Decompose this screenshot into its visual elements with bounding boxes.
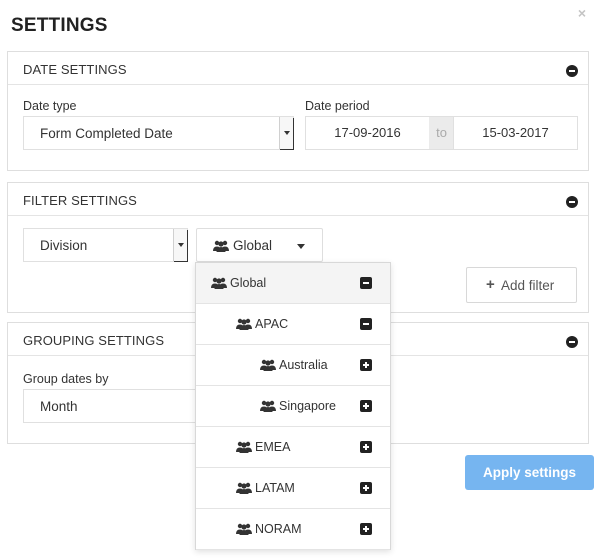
users-icon <box>211 277 227 289</box>
users-icon <box>236 523 252 535</box>
date-settings-header: DATE SETTINGS <box>8 52 588 85</box>
tree-item-label: APAC <box>255 317 289 331</box>
plus-square-icon[interactable] <box>360 400 372 412</box>
date-type-value: Form Completed Date <box>40 126 173 141</box>
tree-item[interactable]: EMEA <box>196 427 390 468</box>
chevron-down-icon[interactable] <box>173 229 187 261</box>
add-filter-label: Add filter <box>501 278 555 293</box>
minus-square-icon[interactable] <box>360 318 372 330</box>
dialog-title: SETTINGS <box>11 15 108 36</box>
date-settings-panel: DATE SETTINGS Date type Form Completed D… <box>7 51 589 171</box>
tree-item-label: Singapore <box>279 399 336 413</box>
group-by-label: Group dates by <box>23 372 109 386</box>
group-by-value: Month <box>40 399 78 414</box>
tree-item-label: Global <box>230 276 267 290</box>
date-period-label: Date period <box>305 99 370 113</box>
filter-field-select[interactable]: Division <box>23 228 188 262</box>
collapse-icon[interactable] <box>566 336 578 348</box>
division-dropdown-menu: Global APAC Australia Singapore EMEA LATAM NOR… <box>195 262 391 550</box>
group-by-select[interactable]: Month <box>23 389 203 423</box>
filter-field-value: Division <box>40 238 88 253</box>
apply-settings-button[interactable]: Apply settings <box>465 455 594 490</box>
users-icon <box>236 441 252 453</box>
filter-settings-header: FILTER SETTINGS <box>8 183 588 216</box>
filter-settings-title: FILTER SETTINGS <box>23 193 137 208</box>
users-icon <box>236 318 252 330</box>
plus-icon: + <box>486 276 495 293</box>
grouping-settings-title: GROUPING SETTINGS <box>23 333 165 348</box>
plus-square-icon[interactable] <box>360 441 372 453</box>
tree-item-label: NORAM <box>255 522 302 536</box>
users-icon <box>260 359 276 371</box>
date-to-input[interactable]: 15-03-2017 <box>453 116 578 150</box>
tree-item-label: LATAM <box>255 481 295 495</box>
add-filter-button[interactable]: + Add filter <box>466 267 577 303</box>
plus-square-icon[interactable] <box>360 359 372 371</box>
chevron-down-icon[interactable] <box>279 117 293 149</box>
filter-value: Global <box>233 238 273 253</box>
plus-square-icon[interactable] <box>360 523 372 535</box>
users-icon <box>213 240 229 252</box>
collapse-icon[interactable] <box>566 196 578 208</box>
close-icon[interactable]: × <box>578 5 586 21</box>
tree-item[interactable]: APAC <box>196 304 390 345</box>
users-icon <box>236 482 252 494</box>
tree-item[interactable]: LATAM <box>196 468 390 509</box>
date-from-input[interactable]: 17-09-2016 <box>305 116 430 150</box>
plus-square-icon[interactable] <box>360 482 372 494</box>
collapse-icon[interactable] <box>566 65 578 77</box>
date-settings-title: DATE SETTINGS <box>23 62 127 77</box>
date-to-separator: to <box>429 116 454 150</box>
tree-item[interactable]: Global <box>196 263 390 304</box>
filter-value-dropdown-button[interactable]: Global <box>196 228 323 262</box>
tree-item-label: Australia <box>279 358 328 372</box>
tree-item-label: EMEA <box>255 440 291 454</box>
tree-item[interactable]: Singapore <box>196 386 390 427</box>
date-type-select[interactable]: Form Completed Date <box>23 116 294 150</box>
users-icon <box>260 400 276 412</box>
date-type-label: Date type <box>23 99 77 113</box>
caret-down-icon <box>297 244 305 249</box>
tree-item[interactable]: NORAM <box>196 509 390 550</box>
minus-square-icon[interactable] <box>360 277 372 289</box>
tree-item[interactable]: Australia <box>196 345 390 386</box>
